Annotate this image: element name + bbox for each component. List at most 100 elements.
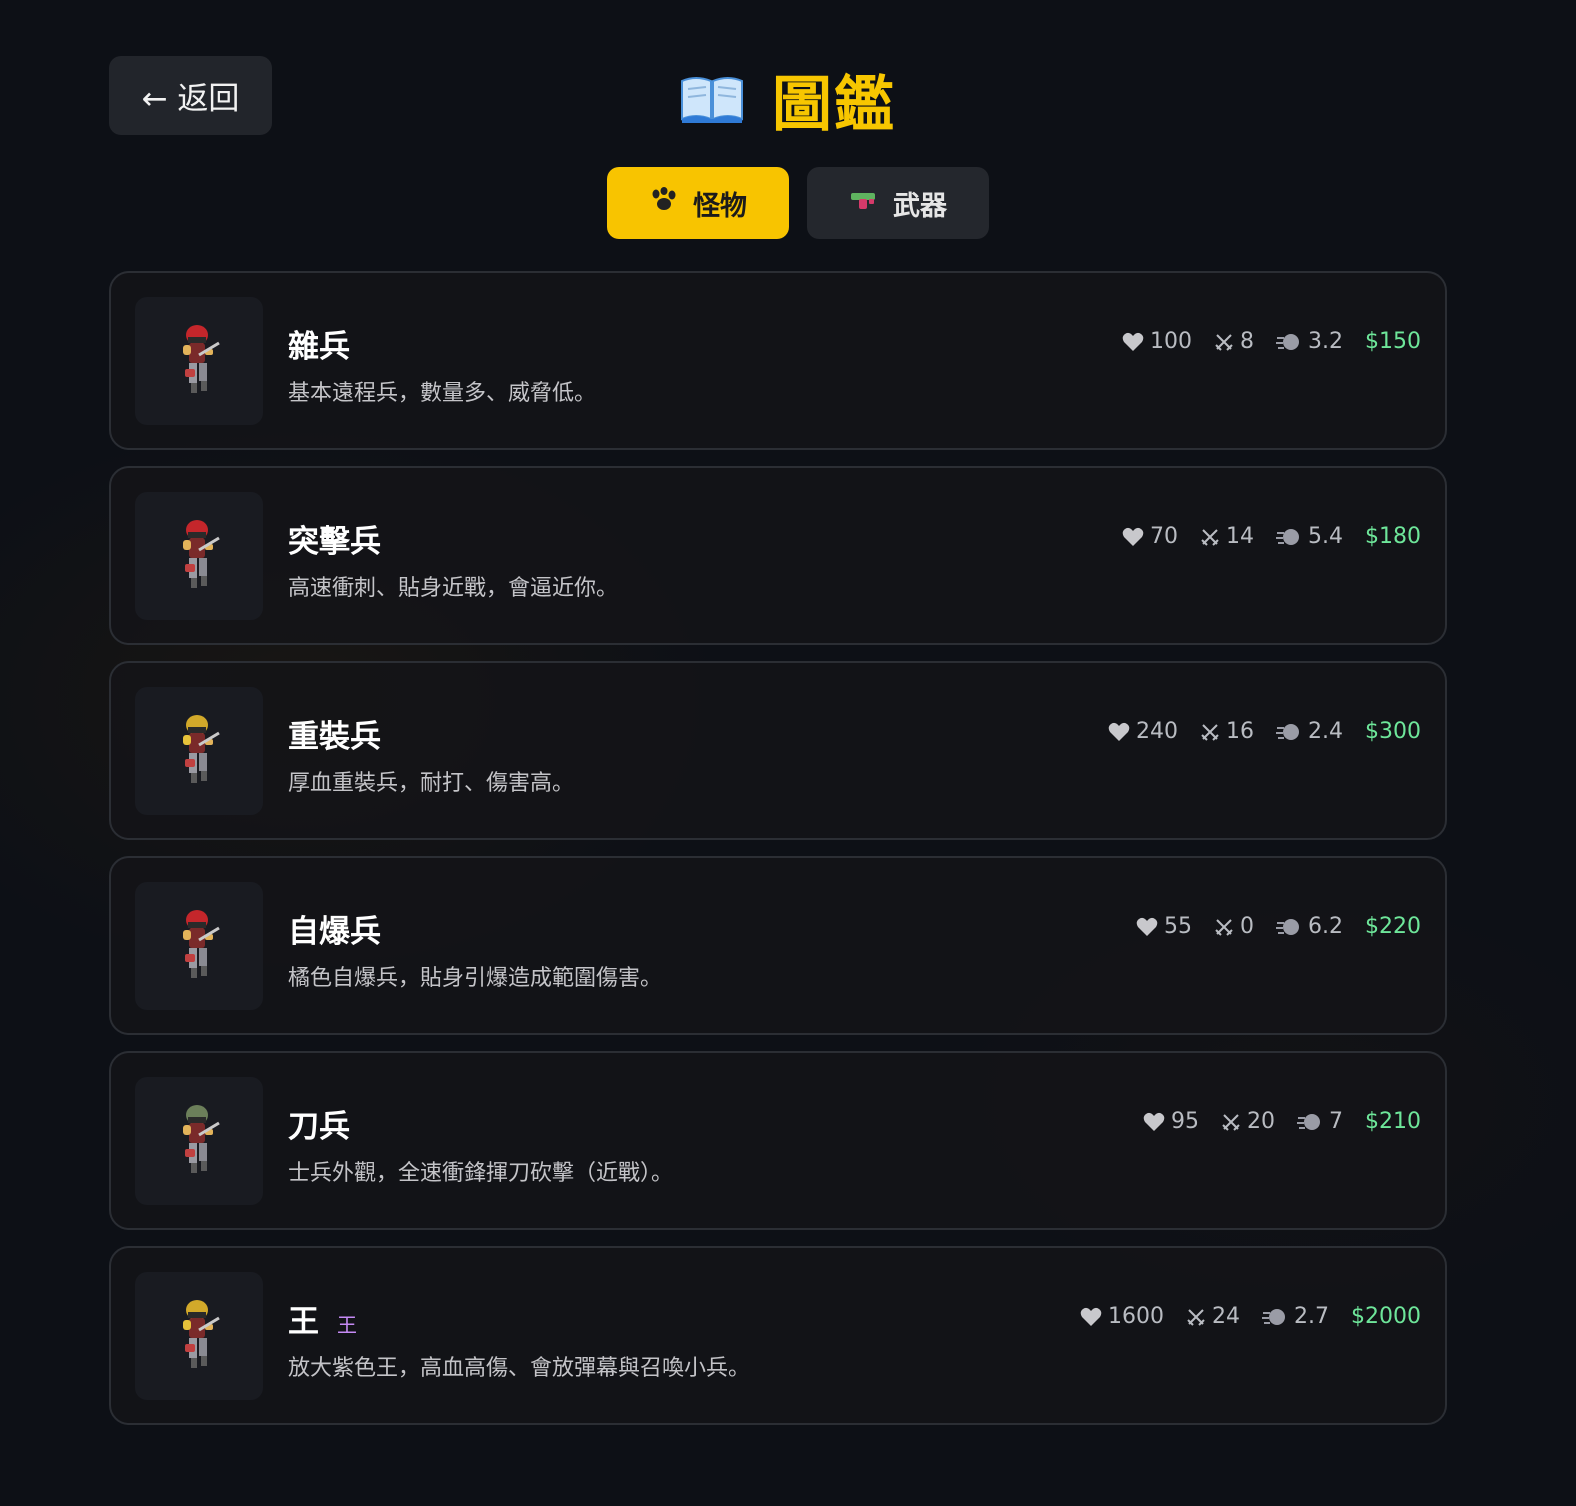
price-value: $210	[1365, 1109, 1421, 1134]
tab-label: 怪物	[693, 190, 747, 222]
hp-stat: 70	[1122, 524, 1178, 549]
monster-list: 雜兵 基本遠程兵，數量多、威脅低。 100 8 3.2 $150 突擊兵 高速衝…	[109, 271, 1447, 1441]
monster-stats: 95 20 7 $210	[1143, 1109, 1421, 1134]
hp-stat: 240	[1108, 719, 1178, 744]
monster-name-row: 王 王	[288, 1296, 357, 1341]
monster-description: 厚血重裝兵，耐打、傷害高。	[288, 771, 575, 796]
monster-name-row: 刀兵	[288, 1101, 350, 1146]
monster-stats: 1600 24 2.7 $2000	[1080, 1304, 1421, 1329]
heart-icon	[1122, 527, 1144, 546]
page: ← 返回 圖鑑 怪物 武器 雜兵 基本遠程兵，數量多、威脅低。 100 8 3.…	[0, 0, 1576, 1506]
hp-stat: 100	[1122, 329, 1192, 354]
attack-value: 20	[1247, 1109, 1275, 1134]
monster-description: 高速衝刺、貼身近戰，會逼近你。	[288, 576, 619, 601]
attack-stat: 8	[1214, 329, 1254, 354]
hp-value: 70	[1150, 524, 1178, 549]
monster-card[interactable]: 自爆兵 橘色自爆兵，貼身引爆造成範圍傷害。 55 0 6.2 $220	[109, 856, 1447, 1035]
hp-value: 240	[1136, 719, 1178, 744]
monster-description: 橘色自爆兵，貼身引爆造成範圍傷害。	[288, 966, 663, 991]
monster-sprite-icon	[183, 520, 220, 588]
attack-stat: 20	[1221, 1109, 1275, 1134]
hp-stat: 55	[1136, 914, 1192, 939]
monster-stats: 240 16 2.4 $300	[1108, 719, 1421, 744]
crossed-swords-icon	[1222, 1113, 1240, 1131]
boss-tag: 王	[337, 1313, 357, 1337]
hp-value: 100	[1150, 329, 1192, 354]
attack-value: 16	[1226, 719, 1254, 744]
tab-bar: 怪物 武器	[0, 167, 1576, 239]
monster-card[interactable]: 雜兵 基本遠程兵，數量多、威脅低。 100 8 3.2 $150	[109, 271, 1447, 450]
monster-card[interactable]: 重裝兵 厚血重裝兵，耐打、傷害高。 240 16 2.4 $300	[109, 661, 1447, 840]
attack-stat: 14	[1200, 524, 1254, 549]
crossed-swords-icon	[1187, 1308, 1205, 1326]
monster-thumbnail	[135, 492, 263, 620]
water-gun-icon	[849, 187, 879, 220]
monster-name-row: 重裝兵	[288, 711, 381, 756]
hp-value: 55	[1164, 914, 1192, 939]
attack-value: 14	[1226, 524, 1254, 549]
hp-stat: 95	[1143, 1109, 1199, 1134]
speed-stat: 7	[1297, 1109, 1343, 1134]
price-value: $300	[1365, 719, 1421, 744]
speed-stat: 2.4	[1276, 719, 1343, 744]
page-header: 圖鑑	[0, 56, 1576, 142]
heart-icon	[1080, 1307, 1102, 1326]
heart-icon	[1122, 332, 1144, 351]
monster-stats: 100 8 3.2 $150	[1122, 329, 1421, 354]
heart-icon	[1143, 1112, 1165, 1131]
attack-stat: 24	[1186, 1304, 1240, 1329]
monster-thumbnail	[135, 297, 263, 425]
crossed-swords-icon	[1201, 528, 1219, 546]
speed-stat: 2.7	[1262, 1304, 1329, 1329]
monster-sprite-icon	[183, 325, 220, 393]
monster-name: 突擊兵	[288, 524, 381, 560]
monster-card[interactable]: 刀兵 士兵外觀，全速衝鋒揮刀砍擊（近戰）。 95 20 7 $210	[109, 1051, 1447, 1230]
speed-value: 6.2	[1308, 914, 1343, 939]
price-value: $2000	[1351, 1304, 1421, 1329]
monster-description: 士兵外觀，全速衝鋒揮刀砍擊（近戰）。	[288, 1161, 674, 1186]
speed-stat: 5.4	[1276, 524, 1343, 549]
price-value: $150	[1365, 329, 1421, 354]
heart-icon	[1136, 917, 1158, 936]
tab-weapons[interactable]: 武器	[807, 167, 989, 239]
monster-card[interactable]: 王 王 放大紫色王，高血高傷、會放彈幕與召喚小兵。 1600 24 2.7 $2…	[109, 1246, 1447, 1425]
monster-card[interactable]: 突擊兵 高速衝刺、貼身近戰，會逼近你。 70 14 5.4 $180	[109, 466, 1447, 645]
price-value: $220	[1365, 914, 1421, 939]
monster-thumbnail	[135, 1272, 263, 1400]
dash-icon	[1297, 1113, 1320, 1130]
crossed-swords-icon	[1215, 333, 1233, 351]
open-book-icon	[680, 73, 744, 125]
monster-name-row: 雜兵	[288, 321, 350, 366]
monster-name: 刀兵	[288, 1109, 350, 1145]
heart-icon	[1108, 722, 1130, 741]
tab-monsters[interactable]: 怪物	[607, 167, 789, 239]
monster-thumbnail	[135, 882, 263, 1010]
monster-name: 重裝兵	[288, 719, 381, 755]
monster-name: 王	[288, 1304, 319, 1340]
speed-stat: 6.2	[1276, 914, 1343, 939]
speed-value: 2.7	[1294, 1304, 1329, 1329]
attack-value: 0	[1240, 914, 1254, 939]
price-value: $180	[1365, 524, 1421, 549]
speed-value: 7	[1329, 1109, 1343, 1134]
monster-description: 放大紫色王，高血高傷、會放彈幕與召喚小兵。	[288, 1356, 751, 1381]
monster-stats: 70 14 5.4 $180	[1122, 524, 1421, 549]
speed-value: 2.4	[1308, 719, 1343, 744]
crossed-swords-icon	[1215, 918, 1233, 936]
attack-stat: 16	[1200, 719, 1254, 744]
dash-icon	[1276, 723, 1299, 740]
hp-value: 1600	[1108, 1304, 1164, 1329]
attack-stat: 0	[1214, 914, 1254, 939]
monster-sprite-icon	[183, 715, 220, 783]
page-title: 圖鑑	[772, 69, 896, 140]
monster-thumbnail	[135, 1077, 263, 1205]
monster-sprite-icon	[183, 1105, 220, 1173]
hp-value: 95	[1171, 1109, 1199, 1134]
dash-icon	[1262, 1308, 1285, 1325]
speed-value: 3.2	[1308, 329, 1343, 354]
hp-stat: 1600	[1080, 1304, 1164, 1329]
crossed-swords-icon	[1201, 723, 1219, 741]
attack-value: 24	[1212, 1304, 1240, 1329]
monster-name-row: 突擊兵	[288, 516, 381, 561]
dash-icon	[1276, 528, 1299, 545]
